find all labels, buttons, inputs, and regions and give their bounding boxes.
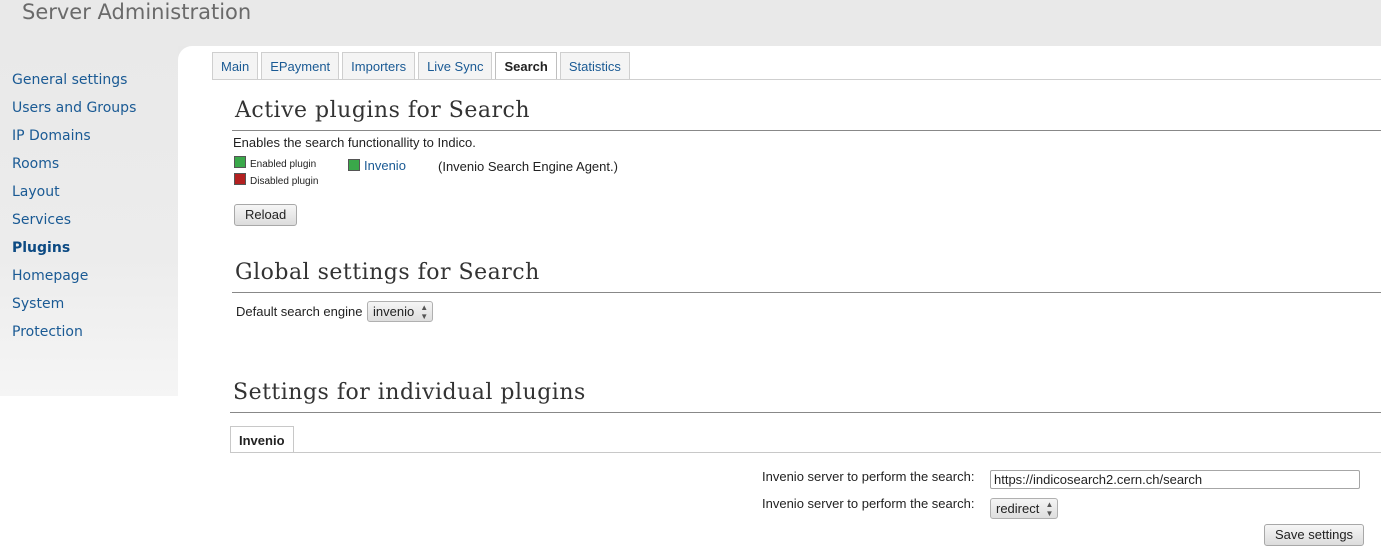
active-plugins-title: Active plugins for Search [235,98,530,123]
sidebar-item-rooms[interactable]: Rooms [12,156,59,172]
sidebar-item-protection[interactable]: Protection [12,324,83,340]
server-url-label: Invenio server to perform the search: [762,469,975,484]
sidebar-item-plugins[interactable]: Plugins [12,240,70,256]
plugin-entry-invenio: Invenio [348,158,406,173]
sidebar-item-system[interactable]: System [12,296,64,312]
page-header: Server Administration [0,0,1381,46]
active-plugins-rule [232,130,1381,131]
plugin-description: (Invenio Search Engine Agent.) [438,159,618,174]
tab-search[interactable]: Search [495,52,557,80]
tab-epayment[interactable]: EPayment [261,52,340,79]
select-arrows-icon: ▲ ▼ [420,303,429,321]
sidebar-item-services[interactable]: Services [12,212,71,228]
plugin-status-enabled-icon[interactable] [348,159,360,171]
global-settings-title: Global settings for Search [235,260,540,285]
tab-main[interactable]: Main [212,52,259,79]
legend-disabled: Disabled plugin [234,173,318,187]
main-content: Main EPayment Importers Live Sync Search… [178,46,1381,560]
legend-enabled: Enabled plugin [234,156,316,170]
server-url-input[interactable] [990,470,1360,489]
sidebar-footer-area [0,396,178,560]
legend-disabled-label: Disabled plugin [250,176,319,187]
sidebar: General settings Users and Groups IP Dom… [0,46,178,396]
tab-statistics[interactable]: Statistics [559,52,630,79]
default-engine-value: invenio [373,304,415,319]
reload-button[interactable]: Reload [234,204,298,226]
sidebar-item-users-and-groups[interactable]: Users and Groups [12,100,136,116]
sidebar-item-homepage[interactable]: Homepage [12,268,88,284]
tab-live-sync[interactable]: Live Sync [418,52,493,79]
enabled-swatch-icon [234,156,246,168]
tab-importers[interactable]: Importers [342,52,416,79]
sub-tabs-divider [230,452,1381,453]
plugin-type-tabs: Main EPayment Importers Live Sync Search… [212,52,630,80]
default-engine-select[interactable]: invenio ▲ ▼ [367,301,434,322]
sidebar-item-ip-domains[interactable]: IP Domains [12,128,91,144]
search-mode-label: Invenio server to perform the search: [762,496,975,511]
select-arrows-icon: ▲ ▼ [1045,500,1054,518]
tabs-divider [212,79,1381,80]
sidebar-item-general-settings[interactable]: General settings [12,72,127,88]
disabled-swatch-icon [234,173,246,185]
active-plugins-description: Enables the search functionallity to Ind… [233,135,476,150]
search-mode-value: redirect [996,501,1040,516]
default-engine-label: Default search engine [236,304,363,319]
individual-settings-title: Settings for individual plugins [233,380,586,405]
legend-enabled-label: Enabled plugin [250,159,317,170]
search-mode-select[interactable]: redirect ▲ ▼ [990,498,1059,519]
plugin-link-invenio[interactable]: Invenio [364,158,406,173]
individual-settings-rule [230,412,1381,413]
sidebar-item-layout[interactable]: Layout [12,184,60,200]
page-title: Server Administration [22,0,252,24]
save-settings-button[interactable]: Save settings [1264,524,1365,546]
tab-invenio[interactable]: Invenio [230,426,294,453]
global-settings-rule [232,292,1381,293]
